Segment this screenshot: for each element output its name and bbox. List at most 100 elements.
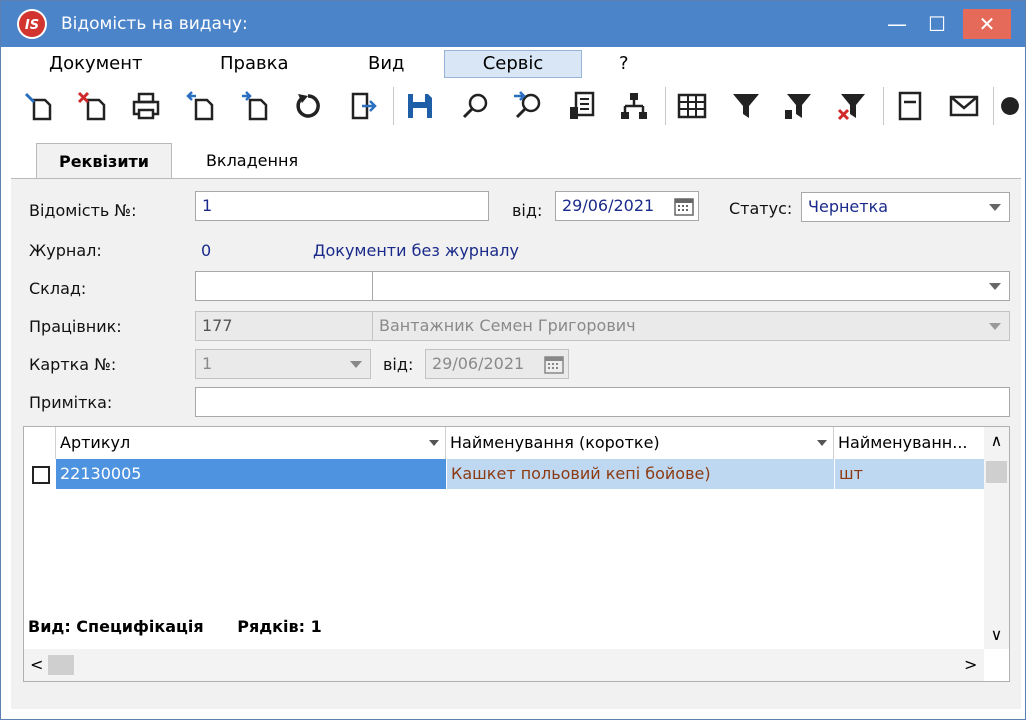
- vertical-scroll-thumb[interactable]: [986, 461, 1007, 483]
- vertical-scrollbar[interactable]: ∧ ∨: [984, 427, 1009, 649]
- menu-service[interactable]: Сервіс: [444, 50, 582, 78]
- chevron-down-icon: [350, 361, 362, 368]
- card-date-label: від:: [383, 355, 414, 374]
- date-value: 29/06/2021: [562, 196, 655, 215]
- note-label: Примітка:: [29, 393, 113, 412]
- toolbar-separator: [665, 87, 666, 125]
- horizontal-scroll-thumb[interactable]: [48, 655, 74, 675]
- cell-short-name[interactable]: Кашкет польовий кепі бойове): [446, 459, 834, 489]
- note-field[interactable]: [195, 387, 1010, 417]
- scroll-down-icon[interactable]: ∨: [984, 625, 1009, 644]
- toolbar-separator: [393, 87, 394, 125]
- scroll-right-icon[interactable]: >: [964, 655, 977, 674]
- employee-name-select: Вантажник Семен Григорович: [372, 311, 1010, 341]
- card-value: 1: [202, 354, 213, 373]
- previous-document-icon[interactable]: [181, 87, 219, 125]
- status-value: Чернетка: [808, 197, 889, 216]
- journal-value: 0: [201, 241, 212, 260]
- exit-icon[interactable]: [345, 87, 383, 125]
- menu-document[interactable]: Документ: [41, 51, 151, 77]
- warehouse-code-field[interactable]: [195, 271, 373, 301]
- table-row[interactable]: 22130005 Кашкет польовий кепі бойове) шт: [24, 459, 984, 489]
- table-icon[interactable]: [673, 87, 711, 125]
- column-menu-icon[interactable]: [429, 440, 439, 446]
- close-button[interactable]: ✕: [963, 9, 1011, 39]
- save-icon[interactable]: [401, 87, 439, 125]
- tab-attachments[interactable]: Вкладення: [187, 143, 317, 179]
- column-name[interactable]: Найменуванн...: [834, 427, 984, 459]
- calendar-icon: [544, 356, 564, 374]
- search-next-icon[interactable]: [509, 87, 547, 125]
- number-label: Відомість №:: [29, 201, 137, 220]
- cell-article[interactable]: 22130005: [56, 459, 446, 489]
- journal-link[interactable]: Документи без журналу: [313, 241, 519, 260]
- chevron-down-icon: [989, 323, 1001, 330]
- toolbar-separator: [883, 87, 884, 125]
- footer-rows: Рядків: 1: [237, 617, 322, 636]
- window-title: Відомість на видачу:: [61, 14, 248, 34]
- menu-edit[interactable]: Правка: [212, 51, 297, 77]
- calendar-icon[interactable]: [674, 196, 694, 216]
- column-article-label: Артикул: [60, 433, 131, 452]
- row-checkbox-cell: [24, 459, 56, 489]
- main-window: IS Відомість на видачу: — ☐ ✕ Документ П…: [0, 0, 1026, 720]
- grid-header-check: [24, 427, 56, 459]
- card-label: Картка №:: [29, 355, 117, 374]
- refresh-icon[interactable]: [289, 87, 327, 125]
- mail-icon[interactable]: [945, 87, 983, 125]
- footer-view: Вид: Специфікація: [28, 617, 204, 636]
- document-panel: Реквізити Вкладення Відомість №: 1 від: …: [11, 137, 1021, 709]
- specification-grid: Артикул Найменування (коротке) Найменува…: [23, 426, 1010, 682]
- tab-requisites[interactable]: Реквізити: [36, 143, 172, 179]
- delete-document-icon[interactable]: [73, 87, 111, 125]
- journal-label: Журнал:: [29, 241, 102, 260]
- employee-name-value: Вантажник Семен Григорович: [379, 316, 636, 335]
- filter-icon[interactable]: [727, 87, 765, 125]
- card-select: 1: [195, 349, 371, 379]
- scroll-up-icon[interactable]: ∧: [984, 431, 1009, 450]
- grid-footer: Вид: Специфікація Рядків: 1: [28, 617, 322, 636]
- new-document-icon[interactable]: [19, 87, 57, 125]
- document-list-icon[interactable]: [563, 87, 601, 125]
- warehouse-label: Склад:: [29, 279, 87, 298]
- horizontal-scrollbar[interactable]: < >: [24, 649, 984, 681]
- card-date-field: 29/06/2021: [425, 349, 569, 379]
- column-article[interactable]: Артикул: [56, 427, 446, 459]
- hierarchy-icon[interactable]: [615, 87, 653, 125]
- cell-unit[interactable]: шт: [834, 459, 984, 489]
- toolbar: [1, 81, 1025, 131]
- more-tools-icon[interactable]: [997, 87, 1023, 125]
- date-label: від:: [512, 201, 543, 220]
- row-checkbox[interactable]: [32, 466, 50, 484]
- title-bar: IS Відомість на видачу: — ☐ ✕: [1, 1, 1025, 47]
- status-select[interactable]: Чернетка: [801, 192, 1010, 222]
- maximize-button[interactable]: ☐: [913, 9, 961, 39]
- warehouse-name-select[interactable]: [372, 271, 1010, 301]
- grid-header: Артикул Найменування (коротке) Найменува…: [24, 427, 984, 460]
- column-menu-icon[interactable]: [817, 440, 827, 446]
- tab-strip: Реквізити Вкладення: [11, 137, 1021, 179]
- next-document-icon[interactable]: [235, 87, 273, 125]
- chevron-down-icon: [989, 204, 1001, 211]
- search-icon[interactable]: [457, 87, 495, 125]
- column-short-name[interactable]: Найменування (коротке): [446, 427, 834, 459]
- column-short-name-label: Найменування (коротке): [450, 433, 660, 452]
- menu-help[interactable]: ?: [611, 51, 637, 77]
- print-icon[interactable]: [127, 87, 165, 125]
- filter-settings-icon[interactable]: [779, 87, 817, 125]
- number-field[interactable]: 1: [195, 191, 489, 221]
- date-field[interactable]: 29/06/2021: [555, 191, 699, 221]
- app-logo-icon: IS: [17, 9, 47, 39]
- notes-icon[interactable]: [891, 87, 929, 125]
- clear-filter-icon[interactable]: [833, 87, 871, 125]
- menu-view[interactable]: Вид: [360, 51, 413, 77]
- menu-bar: Документ Правка Вид Сервіс ?: [1, 47, 1025, 79]
- tab-divider: [11, 178, 1021, 179]
- employee-label: Працівник:: [29, 317, 122, 336]
- scroll-left-icon[interactable]: <: [30, 655, 43, 674]
- card-date-value: 29/06/2021: [432, 354, 525, 373]
- status-label: Статус:: [729, 199, 793, 218]
- toolbar-separator: [993, 87, 994, 125]
- svg-text:IS: IS: [25, 18, 39, 33]
- chevron-down-icon: [989, 283, 1001, 290]
